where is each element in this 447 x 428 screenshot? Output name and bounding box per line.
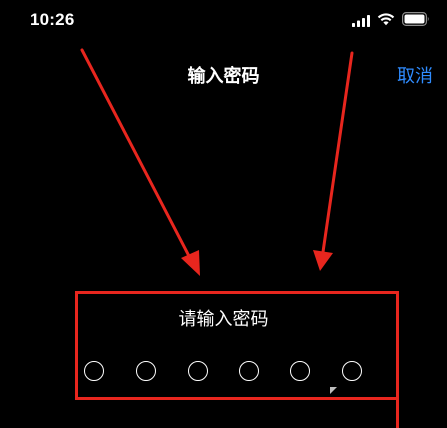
annotation-arrow-left-head	[181, 250, 200, 276]
pin-digit-slot	[290, 361, 310, 381]
pin-digit-slot	[188, 361, 208, 381]
pin-digit-slot	[342, 361, 362, 381]
pin-prompt: 请输入密码	[178, 309, 269, 330]
pin-digit-slot	[239, 361, 259, 381]
status-time: 10:26	[30, 10, 75, 29]
wifi-icon	[377, 13, 395, 26]
annotation-arrow-right-head	[313, 250, 333, 271]
cancel-button[interactable]: 取消	[397, 62, 433, 88]
page-title: 输入密码	[187, 66, 260, 87]
battery-icon	[402, 12, 429, 26]
resize-corner-icon	[330, 387, 337, 394]
pin-digit-slot	[84, 361, 104, 381]
status-bar: 10:26	[0, 0, 447, 40]
cellular-signal-icon	[352, 15, 370, 27]
pin-input[interactable]	[84, 361, 364, 383]
pin-digit-slot	[136, 361, 156, 381]
